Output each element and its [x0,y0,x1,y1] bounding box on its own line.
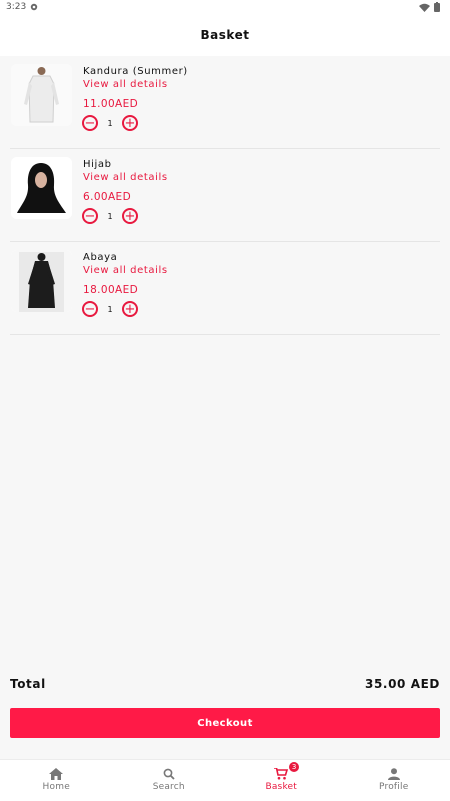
product-price: 18.00AED [83,284,138,296]
nav-basket[interactable]: 3 Basket [225,760,338,801]
nav-profile[interactable]: Profile [338,760,450,801]
product-price: 6.00AED [83,191,131,203]
product-image-hijab[interactable] [11,157,72,219]
basket-list: Kandura (Summer) View all details 11.00A… [0,56,450,335]
quantity-value: 1 [98,212,122,221]
wifi-icon [419,3,430,12]
nav-search-label: Search [153,782,185,792]
status-bar: 3:23 [0,0,450,14]
basket-count-badge: 3 [289,762,299,772]
product-name: Kandura (Summer) [83,66,188,77]
kandura-image [11,64,72,126]
app-bar: Basket [0,14,450,56]
total-label: Total [10,677,46,691]
quantity-stepper: − 1 + [82,301,138,317]
basket-item: Abaya View all details 18.00AED − 1 + [10,242,440,335]
abaya-image [11,250,72,312]
minus-icon[interactable]: − [82,208,98,224]
cart-icon [274,768,288,780]
search-icon [163,768,175,780]
quantity-value: 1 [98,119,122,128]
total-row: Total 35.00 AED [10,677,440,691]
total-value: 35.00 AED [365,677,440,691]
product-price: 11.00AED [83,98,138,110]
product-image-abaya[interactable] [11,250,72,312]
person-icon [388,768,400,780]
product-name: Abaya [83,252,117,263]
quantity-stepper: − 1 + [82,115,138,131]
view-details-link[interactable]: View all details [83,172,168,183]
settings-gear-icon [29,2,39,12]
product-image-kandura[interactable] [11,64,72,126]
plus-icon[interactable]: + [122,301,138,317]
basket-item: Hijab View all details 6.00AED − 1 + [10,149,440,242]
page-title: Basket [0,28,450,42]
quantity-value: 1 [98,305,122,314]
status-icons [419,2,440,12]
hijab-image [11,157,72,219]
bottom-navigation: Home Search 3 Basket Profile [0,759,450,801]
nav-home-label: Home [43,782,70,792]
basket-item: Kandura (Summer) View all details 11.00A… [10,56,440,149]
home-icon [49,768,63,780]
quantity-stepper: − 1 + [82,208,138,224]
plus-icon[interactable]: + [122,208,138,224]
battery-icon [434,2,440,12]
nav-home[interactable]: Home [0,760,113,801]
checkout-button[interactable]: Checkout [10,708,440,738]
product-name: Hijab [83,159,112,170]
view-details-link[interactable]: View all details [83,265,168,276]
nav-profile-label: Profile [379,782,408,792]
status-time: 3:23 [6,2,26,12]
nav-search[interactable]: Search [113,760,226,801]
minus-icon[interactable]: − [82,301,98,317]
plus-icon[interactable]: + [122,115,138,131]
view-details-link[interactable]: View all details [83,79,168,90]
minus-icon[interactable]: − [82,115,98,131]
nav-basket-label: Basket [265,782,297,792]
